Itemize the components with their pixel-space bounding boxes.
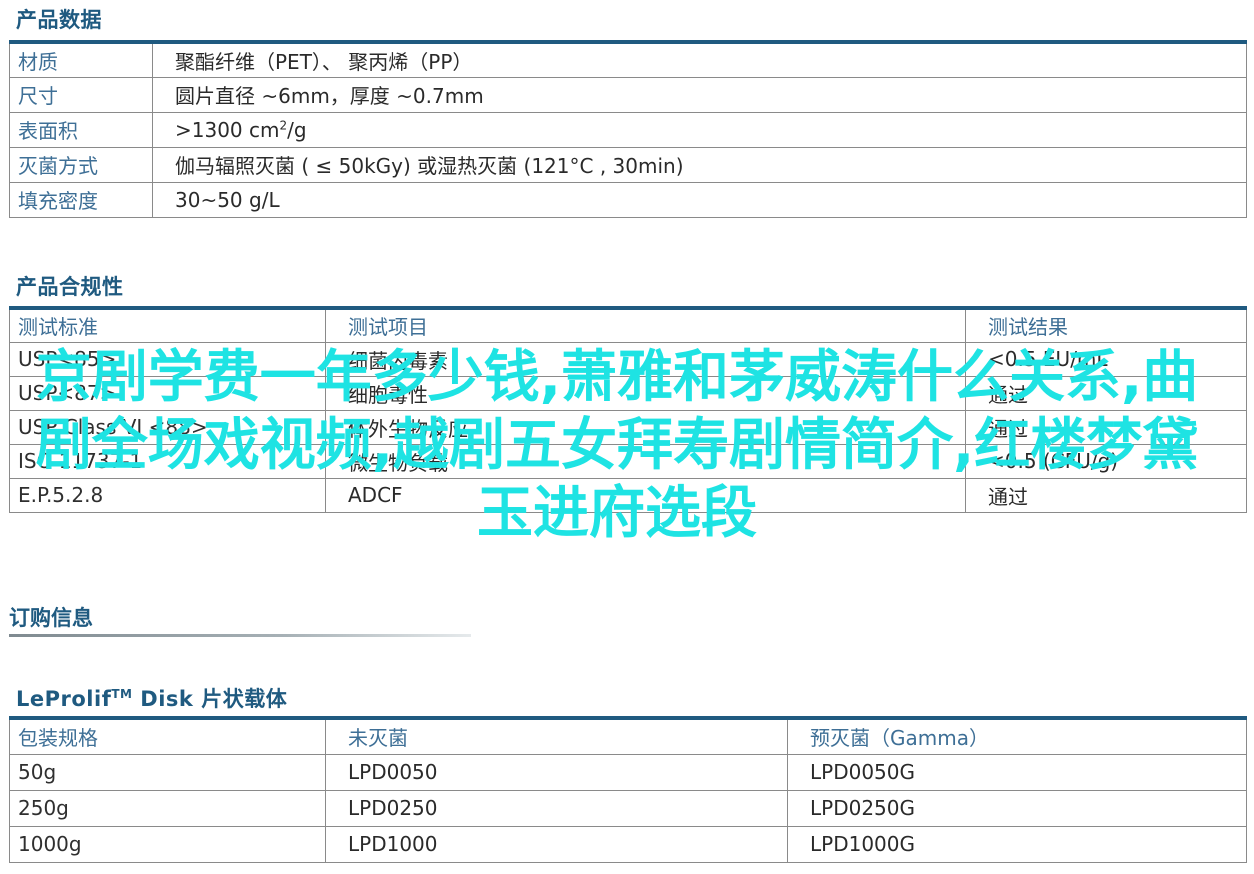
spec-value: 伽马辐照灭菌 ( ≤ 50kGy) 或湿热灭菌 (121°C , 30min) [152, 146, 1247, 183]
table-cell: USP<87> [9, 375, 326, 411]
column-header: 测试项目 [325, 307, 966, 343]
table-cell: <0.5 EU/mL [965, 341, 1247, 377]
table-row: USP<85> 细菌内毒素 <0.5 EU/mL [9, 341, 1247, 377]
spec-key: 材质 [9, 41, 153, 78]
table-cell: LPD1000 [325, 825, 788, 863]
table-cell: USP<85> [9, 341, 326, 377]
spec-value: 圆片直径 ~6mm，厚度 ~0.7mm [152, 76, 1247, 113]
spec-key: 尺寸 [9, 76, 153, 113]
ordering-table: 包装规格 未灭菌 预灭菌（Gamma） 50g LPD0050 LPD0050G… [9, 716, 1247, 863]
table-cell: USP Class VI <88> [9, 409, 326, 445]
surface-area-value: >1300 cm [175, 117, 280, 142]
table-cell: <0.5 (CFU/g) [965, 443, 1247, 479]
table-cell: 体外生物反应 [325, 409, 966, 445]
table-row: 材质 聚酯纤维（PET）、 聚丙烯（PP） [9, 41, 1247, 78]
table-cell: E.P.5.2.8 [9, 477, 326, 513]
section-title-disk: LeProlifTM Disk 片状载体 [16, 683, 287, 713]
table-cell: LPD1000G [787, 825, 1247, 863]
table-row: 填充密度 30~50 g/L [9, 181, 1247, 218]
table-row: 50g LPD0050 LPD0050G [9, 753, 1247, 791]
table-cell: ADCF [325, 477, 966, 513]
spec-key: 灭菌方式 [9, 146, 153, 183]
column-header: 测试标准 [9, 307, 326, 343]
table-row: 表面积 >1300 cm2/g [9, 111, 1247, 148]
column-header: 预灭菌（Gamma） [787, 717, 1247, 755]
table-cell: 细菌内毒素 [325, 341, 966, 377]
order-divider [9, 634, 471, 637]
table-header-row: 测试标准 测试项目 测试结果 [9, 307, 1247, 343]
spec-key: 填充密度 [9, 181, 153, 218]
table-cell: LPD0250 [325, 789, 788, 827]
table-row: 250g LPD0250 LPD0250G [9, 789, 1247, 827]
column-header: 测试结果 [965, 307, 1247, 343]
trademark-mark: TM [111, 687, 133, 701]
column-header: 未灭菌 [325, 717, 788, 755]
table-cell: 通过 [965, 409, 1247, 445]
surface-area-unit: /g [287, 117, 307, 142]
table-row: E.P.5.2.8 ADCF 通过 [9, 477, 1247, 513]
table-cell: 50g [9, 753, 326, 791]
spec-value: 30~50 g/L [152, 181, 1247, 218]
table-row: USP<87> 细胞毒性 通过 [9, 375, 1247, 411]
table-cell: 通过 [965, 477, 1247, 513]
table-cell: 1000g [9, 825, 326, 863]
table-cell: 微生物负载 [325, 443, 966, 479]
superscript: 2 [279, 117, 288, 132]
product-name: Disk 片状载体 [132, 687, 288, 711]
spec-key: 表面积 [9, 111, 153, 148]
section-title-compliance: 产品合规性 [16, 275, 124, 299]
table-row: USP Class VI <88> 体外生物反应 通过 [9, 409, 1247, 445]
spec-value: 聚酯纤维（PET）、 聚丙烯（PP） [152, 41, 1247, 78]
table-header-row: 包装规格 未灭菌 预灭菌（Gamma） [9, 717, 1247, 755]
spec-value: >1300 cm2/g [152, 111, 1247, 148]
section-title-product-data: 产品数据 [16, 8, 102, 32]
table-row: 1000g LPD1000 LPD1000G [9, 825, 1247, 863]
table-cell: LPD0050G [787, 753, 1247, 791]
product-data-table: 材质 聚酯纤维（PET）、 聚丙烯（PP） 尺寸 圆片直径 ~6mm，厚度 ~0… [9, 40, 1247, 218]
section-title-order-info: 订购信息 [9, 606, 93, 630]
column-header: 包装规格 [9, 717, 326, 755]
table-row: 尺寸 圆片直径 ~6mm，厚度 ~0.7mm [9, 76, 1247, 113]
table-cell: 250g [9, 789, 326, 827]
table-cell: 通过 [965, 375, 1247, 411]
table-row: ISO 11737-1 微生物负载 <0.5 (CFU/g) [9, 443, 1247, 479]
brand-name: LeProlif [16, 687, 112, 711]
table-cell: LPD0050 [325, 753, 788, 791]
table-cell: 细胞毒性 [325, 375, 966, 411]
table-row: 灭菌方式 伽马辐照灭菌 ( ≤ 50kGy) 或湿热灭菌 (121°C , 30… [9, 146, 1247, 183]
table-cell: ISO 11737-1 [9, 443, 326, 479]
table-cell: LPD0250G [787, 789, 1247, 827]
compliance-table: 测试标准 测试项目 测试结果 USP<85> 细菌内毒素 <0.5 EU/mL … [9, 306, 1247, 513]
